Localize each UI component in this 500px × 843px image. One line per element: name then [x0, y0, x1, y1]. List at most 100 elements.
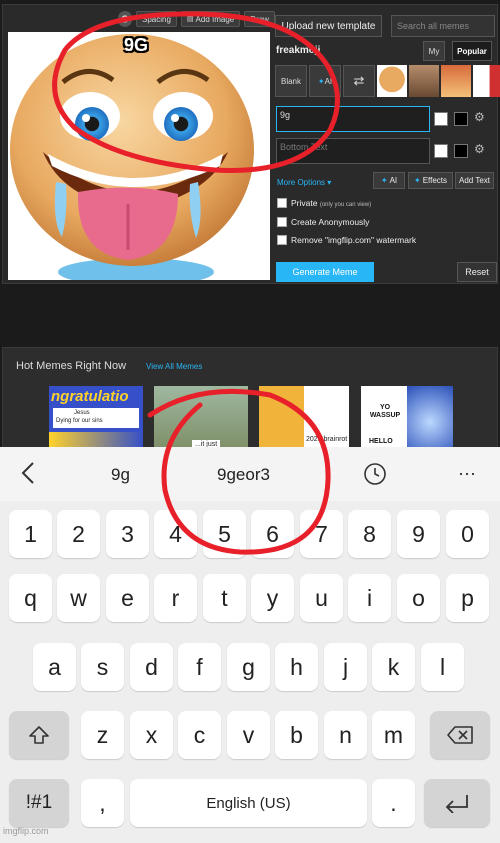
key-k[interactable]: k [372, 643, 415, 691]
key-m[interactable]: m [372, 711, 415, 759]
add-text-button[interactable]: Add Text [455, 172, 494, 189]
image-icon: ▤ [186, 16, 194, 23]
view-all-memes-link[interactable]: View All Memes [146, 362, 202, 371]
more-options-link[interactable]: More Options ▾ [277, 178, 331, 187]
key-9[interactable]: 9 [397, 510, 440, 558]
settings-icon[interactable] [118, 11, 132, 27]
backspace-key[interactable] [430, 711, 490, 759]
suggestion-1[interactable]: 9g [111, 465, 130, 485]
text-color-swatch[interactable] [434, 112, 448, 126]
key-o[interactable]: o [397, 574, 440, 622]
meme-caption-top[interactable]: 9G [124, 35, 148, 56]
canvas-toolbar: Spacing ▤ Add Image Draw [118, 11, 275, 29]
outline-color-swatch[interactable] [454, 144, 468, 158]
template-thumb[interactable] [377, 65, 407, 97]
space-key[interactable]: English (US) [130, 779, 367, 827]
key-f[interactable]: f [178, 643, 221, 691]
more-icon[interactable]: ⋯ [458, 464, 476, 485]
key-w[interactable]: w [57, 574, 100, 622]
meme-canvas[interactable]: 9G [8, 32, 270, 280]
shift-icon [29, 726, 49, 744]
upload-template-button[interactable]: Upload new template [275, 15, 382, 37]
reset-button[interactable]: Reset [457, 262, 497, 282]
key-x[interactable]: x [130, 711, 173, 759]
thumb-caption: YO WASSUP [365, 404, 405, 420]
key-j[interactable]: j [324, 643, 367, 691]
tab-popular[interactable]: Popular [452, 41, 492, 61]
key-c[interactable]: c [178, 711, 221, 759]
key-4[interactable]: 4 [154, 510, 197, 558]
key-3[interactable]: 3 [106, 510, 149, 558]
spacing-button[interactable]: Spacing [136, 11, 177, 27]
enter-key[interactable] [424, 779, 490, 827]
backspace-icon [447, 726, 473, 744]
effects-button[interactable]: ✦ Effects [408, 172, 453, 189]
key-n[interactable]: n [324, 711, 367, 759]
comma-key[interactable]: , [81, 779, 124, 827]
shift-key[interactable] [9, 711, 69, 759]
key-1[interactable]: 1 [9, 510, 52, 558]
key-i[interactable]: i [348, 574, 391, 622]
key-s[interactable]: s [81, 643, 124, 691]
key-u[interactable]: u [300, 574, 343, 622]
clipboard-clock-icon[interactable] [363, 462, 387, 491]
key-y[interactable]: y [251, 574, 294, 622]
chevron-left-icon[interactable] [20, 461, 36, 490]
key-6[interactable]: 6 [251, 510, 294, 558]
suggestion-bar: 9g 9geor3 ⋯ [0, 447, 500, 501]
ai-button-label: AI [389, 176, 398, 185]
draw-button[interactable]: Draw [244, 11, 275, 27]
key-h[interactable]: h [275, 643, 318, 691]
add-image-button[interactable]: ▤ Add Image [180, 11, 241, 27]
enter-icon [445, 795, 468, 813]
key-p[interactable]: p [446, 574, 489, 622]
template-thumb[interactable] [441, 65, 471, 97]
thumb-sub-line2: Dying for our sins [56, 418, 103, 424]
symbols-key[interactable]: !#1 [9, 779, 69, 827]
key-b[interactable]: b [275, 711, 318, 759]
key-t[interactable]: t [203, 574, 246, 622]
key-0[interactable]: 0 [446, 510, 489, 558]
key-e[interactable]: e [106, 574, 149, 622]
private-label-text: Private [291, 198, 318, 208]
key-g[interactable]: g [227, 643, 270, 691]
period-key[interactable]: . [372, 779, 415, 827]
key-r[interactable]: r [154, 574, 197, 622]
template-thumb[interactable] [409, 65, 439, 97]
chevron-down-icon: ▾ [327, 178, 332, 187]
key-a[interactable]: a [33, 643, 76, 691]
top-text-input[interactable]: 9g [276, 106, 430, 132]
key-5[interactable]: 5 [203, 510, 246, 558]
outline-color-swatch[interactable] [454, 112, 468, 126]
generate-meme-button[interactable]: Generate Meme [276, 262, 374, 282]
key-2[interactable]: 2 [57, 510, 100, 558]
template-thumb[interactable] [473, 65, 500, 97]
key-7[interactable]: 7 [300, 510, 343, 558]
key-z[interactable]: z [81, 711, 124, 759]
key-d[interactable]: d [130, 643, 173, 691]
key-q[interactable]: q [9, 574, 52, 622]
sparkle-icon: ✦ [317, 76, 325, 86]
gear-icon[interactable]: ⚙ [474, 110, 485, 124]
key-v[interactable]: v [227, 711, 270, 759]
key-l[interactable]: l [421, 643, 464, 691]
suggestion-2[interactable]: 9geor3 [217, 465, 270, 485]
effects-button-label: Effects [422, 176, 447, 185]
ai-button[interactable]: ✦ AI [373, 172, 405, 189]
watermark-checkbox[interactable] [277, 235, 287, 245]
shuffle-icon[interactable]: ⇄ [343, 65, 375, 97]
tab-my[interactable]: My [423, 41, 445, 61]
ai-template-button[interactable]: ✦ AI [309, 65, 341, 97]
gear-icon[interactable]: ⚙ [474, 142, 485, 156]
thumb-caption: HELLO [369, 438, 393, 445]
sparkle-icon: ✦ [380, 176, 388, 185]
hot-memes-section: Hot Memes Right Now View All Memes ngrat… [2, 347, 498, 457]
private-checkbox[interactable] [277, 198, 287, 208]
bottom-text-input[interactable]: Bottom Text [276, 138, 430, 164]
blank-template-button[interactable]: Blank [275, 65, 307, 97]
anonymous-checkbox[interactable] [277, 217, 287, 227]
meme-editor: Spacing ▤ Add Image Draw 9G Upload new t… [2, 4, 500, 284]
search-memes-input[interactable]: Search all memes [391, 15, 495, 37]
text-color-swatch[interactable] [434, 144, 448, 158]
key-8[interactable]: 8 [348, 510, 391, 558]
